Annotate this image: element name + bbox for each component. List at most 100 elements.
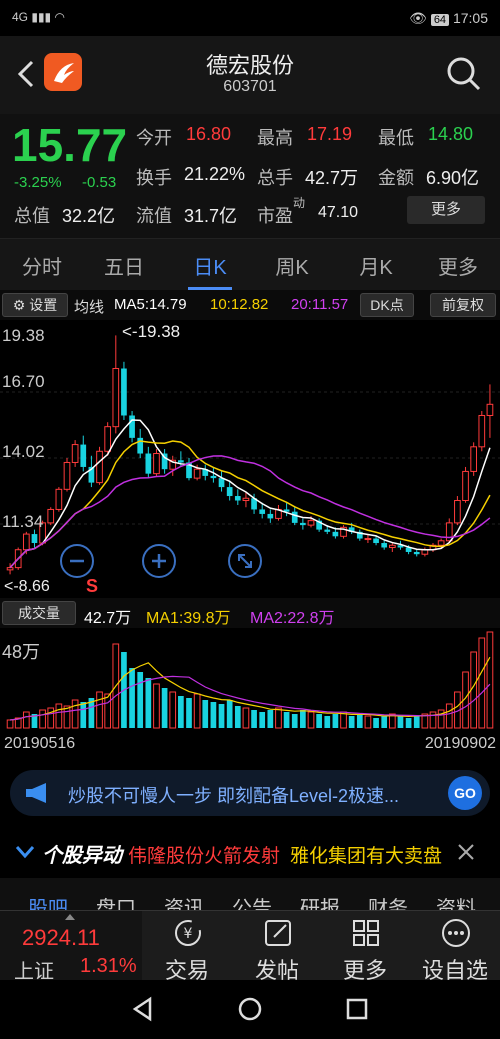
candle-body <box>226 487 233 497</box>
news-item-1[interactable]: 伟隆股份火箭发射 <box>128 841 280 868</box>
nav-back-icon[interactable] <box>130 996 156 1022</box>
volume-bar <box>169 691 177 729</box>
candle-body <box>6 567 14 571</box>
subtab-profile[interactable]: 资料 <box>436 892 476 912</box>
battery-level: 64 <box>430 14 450 26</box>
candle-body <box>364 538 372 541</box>
volume-legend-row: 成交量 42.7万 MA1:39.8万 MA2:22.8万 <box>0 598 500 628</box>
search-icon[interactable] <box>446 56 482 92</box>
candle-body <box>324 529 331 532</box>
tab-more[interactable]: 更多 <box>416 251 500 280</box>
volume-bar <box>202 700 209 728</box>
gear-icon: ⚙ <box>12 297 26 313</box>
info-tabs: 股吧 盘口 资讯 公告 研报 财务 资料 <box>0 878 500 912</box>
turnover-label: 换手 <box>136 168 172 188</box>
volume-bar <box>405 718 412 728</box>
candle-body <box>145 453 152 474</box>
current-price: 15.77 <box>12 119 128 171</box>
grid-icon <box>353 920 379 946</box>
zoom-in-button[interactable] <box>142 544 176 578</box>
tab-daily-k[interactable]: 日K <box>168 251 252 280</box>
volume-bar <box>413 716 420 728</box>
tab-monthly-k[interactable]: 月K <box>334 251 418 280</box>
news-ticker[interactable]: 个股异动 伟隆股份火箭发射 雅化集团有大卖盘 <box>0 832 500 872</box>
subtab-announcements[interactable]: 公告 <box>232 892 272 912</box>
bottom-toolbar: 2924.11 上证 1.31% ¥ 交易 发帖 更多 设自选 <box>0 910 500 983</box>
volume-bar <box>161 688 168 728</box>
high-marker: <-19.38 <box>122 322 181 341</box>
ma-label: 均线 <box>74 299 105 316</box>
quote-panel: 15.77 -3.25% -0.53 今开 16.80 最高 17.19 最低 … <box>0 114 500 238</box>
promo-banner[interactable]: 炒股不可慢人一步 即刻配备Level-2极速... GO <box>10 770 490 816</box>
volume-bar <box>6 719 14 729</box>
index-widget[interactable]: 2924.11 上证 1.31% <box>0 911 142 983</box>
minus-icon <box>70 559 84 563</box>
volume-indicator-button[interactable]: 成交量 <box>2 601 76 625</box>
volume-bar <box>22 711 30 729</box>
y-label-1: 19.38 <box>2 326 45 345</box>
ma20-value: 20:11.57 <box>291 296 349 313</box>
add-watchlist-button[interactable]: 设自选 <box>410 911 500 983</box>
yen-exchange-icon: ¥ <box>175 920 201 946</box>
nav-recents-icon[interactable] <box>344 996 370 1022</box>
volume-bar <box>300 710 306 728</box>
news-logo: 个股异动 <box>42 845 122 867</box>
volume-bar <box>71 699 79 729</box>
candle-body <box>242 497 250 502</box>
megaphone-icon <box>26 783 46 803</box>
volume-bar <box>226 700 233 728</box>
tab-weekly-k[interactable]: 周K <box>250 251 334 280</box>
candle-body <box>291 511 298 523</box>
settings-button[interactable]: ⚙ 设置 <box>2 293 68 317</box>
plus-icon <box>152 554 166 568</box>
candle-body <box>307 520 315 526</box>
volume-chart[interactable]: 48万 <box>0 628 500 733</box>
candle-body <box>413 551 420 555</box>
more-button[interactable]: 更多 <box>407 196 485 224</box>
subtab-guba[interactable]: 股吧 <box>28 892 68 912</box>
volume-value: 42.7万 <box>84 610 132 627</box>
pe-superscript: 动 <box>293 196 306 210</box>
kline-chart[interactable]: 19.38 16.70 14.02 11.34 <-19.38 <-8.66 S <box>0 320 500 598</box>
post-button[interactable]: 发帖 <box>232 911 322 983</box>
subtab-research[interactable]: 研报 <box>300 892 340 912</box>
tab-five-day[interactable]: 五日 <box>82 251 166 280</box>
volume-bar <box>478 637 486 729</box>
volume-bar <box>324 716 331 728</box>
candle-body <box>373 538 379 544</box>
dk-point-button[interactable]: DK点 <box>360 293 414 317</box>
chevron-down-icon[interactable] <box>14 844 36 860</box>
close-icon[interactable] <box>456 842 476 862</box>
svg-text:¥: ¥ <box>184 926 193 942</box>
volume-value: 42.7万 <box>305 168 359 188</box>
candle-body <box>210 475 217 479</box>
candle-body <box>129 415 135 438</box>
subtab-news[interactable]: 资讯 <box>164 892 204 912</box>
volume-bar <box>55 703 63 729</box>
ma-legend-row: ⚙ 设置 均线 MA5:14.79 10:12.82 20:11.57 DK点 … <box>0 290 500 320</box>
volume-label: 总手 <box>257 168 293 188</box>
candle-body <box>267 513 274 519</box>
fullscreen-button[interactable] <box>228 544 262 578</box>
zoom-out-button[interactable] <box>60 544 94 578</box>
volume-bar <box>364 715 372 729</box>
volume-bar <box>275 707 282 729</box>
trade-button[interactable]: ¥ 交易 <box>142 911 232 983</box>
ma5-value: MA5:14.79 <box>114 296 187 313</box>
more-menu-button[interactable]: 更多 <box>320 911 410 983</box>
candle-body <box>153 453 160 475</box>
tab-intraday[interactable]: 分时 <box>0 251 84 280</box>
expand-icon <box>238 554 252 568</box>
nav-home-icon[interactable] <box>237 996 263 1022</box>
adjust-button[interactable]: 前复权 <box>430 293 496 317</box>
volume-bar <box>104 693 112 729</box>
amount-value: 6.90亿 <box>426 168 480 188</box>
news-item-2[interactable]: 雅化集团有大卖盘 <box>290 841 442 868</box>
go-button[interactable]: GO <box>448 776 482 810</box>
volume-bar <box>129 668 135 728</box>
subtab-finance[interactable]: 财务 <box>368 892 408 912</box>
subtab-pankou[interactable]: 盘口 <box>96 892 136 912</box>
low-label: 最低 <box>378 128 414 148</box>
volume-bar <box>486 631 494 729</box>
volume-bar <box>153 683 160 729</box>
